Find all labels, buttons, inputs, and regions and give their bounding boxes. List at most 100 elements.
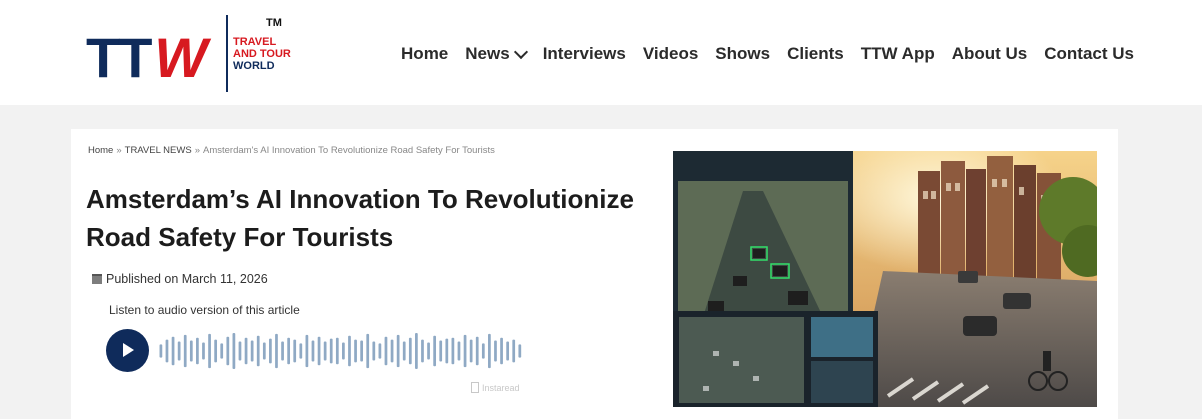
waveform-bar	[171, 336, 175, 366]
instaread-branding[interactable]: Instaread	[471, 382, 520, 393]
article-title-line2: Road Safety For Tourists	[86, 222, 394, 252]
waveform-bar	[415, 332, 418, 370]
waveform-bar	[159, 344, 163, 358]
nav-shows-label: Shows	[715, 44, 771, 63]
article-title: Amsterdam’s AI Innovation To Revolutioni…	[86, 180, 656, 256]
article-hero-image[interactable]	[673, 151, 1097, 407]
calendar-icon	[92, 274, 102, 284]
waveform-bar	[275, 333, 278, 369]
waveform-bar	[165, 339, 169, 363]
waveform-bar	[323, 341, 327, 361]
article-title-line1: Amsterdam’s AI Innovation To Revolutioni…	[86, 184, 634, 214]
nav-news-label: News	[465, 44, 510, 63]
publish-date: Published on March 11, 2026	[92, 272, 268, 286]
waveform-bar	[481, 343, 485, 359]
nav-ttw-app[interactable]: TTW App	[861, 44, 935, 64]
waveform-bar	[342, 342, 345, 360]
waveform-bar	[183, 334, 187, 368]
nav-interviews[interactable]: Interviews	[543, 44, 626, 64]
waveform-bar	[232, 332, 236, 370]
waveform-bar	[402, 341, 406, 361]
logo-letters-tt: TT	[86, 26, 152, 89]
waveform-bar	[208, 333, 211, 369]
logo-tagline: TRAVEL AND TOUR WORLD	[233, 36, 291, 72]
play-icon	[123, 343, 134, 357]
waveform-bar	[202, 342, 205, 360]
nav-about-us-label: About Us	[951, 44, 1028, 63]
waveform-bar	[475, 336, 479, 366]
nav-about-us[interactable]: About Us	[952, 44, 1028, 64]
logo-tagline-line2: AND TOUR	[233, 48, 291, 60]
waveform-bar	[360, 340, 364, 362]
waveform-bar	[469, 339, 473, 363]
site-header: TT W TM TRAVEL AND TOUR WORLD Home News …	[0, 0, 1202, 105]
waveform-bar	[451, 337, 455, 365]
nav-clients[interactable]: Clients	[787, 44, 844, 64]
waveform-bar	[244, 337, 248, 365]
waveform-bar	[390, 339, 394, 363]
waveform-bar	[329, 338, 333, 364]
waveform-bar	[396, 334, 400, 368]
publish-date-text: Published on March 11, 2026	[106, 272, 268, 286]
waveform-bar	[335, 337, 339, 365]
logo-tagline-line1: TRAVEL	[233, 36, 277, 48]
breadcrumb-home[interactable]: Home	[88, 145, 113, 156]
waveform-bar	[378, 343, 382, 359]
nav-videos[interactable]: Videos	[643, 44, 698, 64]
instaread-label: Instaread	[482, 382, 520, 393]
waveform-bar	[348, 335, 351, 367]
waveform-bar	[384, 336, 388, 366]
waveform-bar	[262, 342, 266, 360]
nav-contact-us[interactable]: Contact Us	[1044, 44, 1134, 64]
main-nav: Home News Interviews Videos Shows Client…	[401, 44, 1134, 64]
waveform-bar	[256, 335, 260, 367]
waveform-bar	[427, 342, 430, 360]
waveform-bar	[269, 338, 272, 364]
instaread-icon	[471, 382, 479, 393]
waveform-bar	[445, 338, 449, 364]
waveform-bar	[238, 341, 242, 361]
breadcrumb-separator: »	[116, 145, 122, 156]
nav-home[interactable]: Home	[401, 44, 448, 64]
waveform-bar	[518, 344, 522, 358]
waveform-bar	[488, 333, 491, 369]
audio-waveform[interactable]	[158, 332, 523, 370]
chevron-down-icon	[513, 44, 528, 59]
logo-letter-w: W	[154, 26, 208, 89]
waveform-bar	[457, 341, 461, 361]
waveform-bar	[317, 336, 321, 366]
waveform-bar	[305, 334, 309, 368]
breadcrumb-current: Amsterdam's AI Innovation To Revolutioni…	[202, 145, 495, 156]
nav-ttw-app-label: TTW App	[860, 44, 935, 63]
nav-shows[interactable]: Shows	[715, 44, 770, 64]
breadcrumb-section[interactable]: TRAVEL NEWS	[125, 145, 192, 156]
waveform-bar	[214, 339, 218, 363]
waveform-bar	[500, 337, 503, 365]
waveform-bar	[506, 341, 510, 361]
waveform-bar	[372, 341, 376, 361]
nav-news[interactable]: News	[465, 44, 528, 64]
waveform-bar	[433, 335, 437, 367]
waveform-bar	[250, 340, 254, 362]
nav-clients-label: Clients	[787, 44, 844, 63]
waveform-bar	[439, 340, 443, 362]
waveform-bar	[421, 339, 424, 363]
waveform-bar	[287, 337, 291, 365]
breadcrumb-separator: »	[194, 145, 200, 156]
nav-contact-us-label: Contact Us	[1044, 44, 1134, 63]
logo-trademark: TM	[266, 17, 282, 29]
nav-home-label: Home	[401, 44, 449, 63]
breadcrumb: Home» TRAVEL NEWS» Amsterdam's AI Innovati…	[88, 145, 495, 156]
logo-tagline-line3: WORLD	[233, 60, 275, 72]
audio-label: Listen to audio version of this article	[109, 303, 300, 317]
waveform-bar	[512, 339, 516, 363]
waveform-bar	[494, 340, 497, 362]
waveform-bar	[226, 336, 230, 366]
play-button[interactable]	[106, 329, 149, 372]
waveform-bar	[196, 337, 199, 365]
logo-divider	[226, 15, 228, 92]
nav-videos-label: Videos	[642, 44, 699, 63]
waveform-bar	[311, 340, 315, 362]
waveform-bar	[293, 339, 297, 363]
waveform-bar	[177, 341, 181, 361]
